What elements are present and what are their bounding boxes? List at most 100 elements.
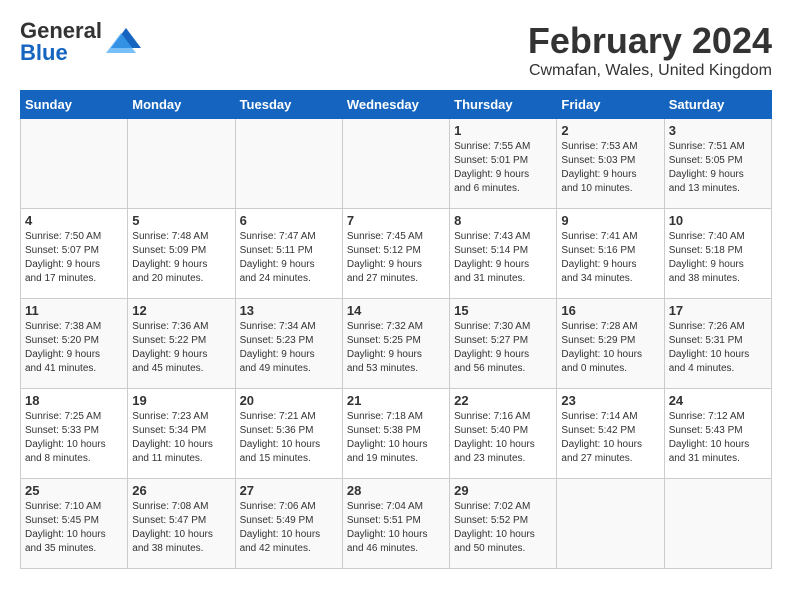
calendar-cell: 7 Sunrise: 7:45 AM Sunset: 5:12 PM Daylig… (342, 209, 449, 299)
calendar-cell (235, 119, 342, 209)
calendar-cell: 22 Sunrise: 7:16 AM Sunset: 5:40 PM Dayli… (450, 389, 557, 479)
day-number: 25 (25, 483, 123, 498)
day-number: 14 (347, 303, 445, 318)
calendar-cell (664, 479, 771, 569)
calendar-cell: 24 Sunrise: 7:12 AM Sunset: 5:43 PM Dayli… (664, 389, 771, 479)
day-number: 21 (347, 393, 445, 408)
day-number: 7 (347, 213, 445, 228)
day-info: Sunrise: 7:36 AM Sunset: 5:22 PM Dayligh… (132, 320, 230, 376)
logo-text: General Blue (20, 20, 102, 64)
calendar-cell: 9Sunrise: 7:41 AM Sunset: 5:16 PM Daylig… (557, 209, 664, 299)
calendar-week-4: 18Sunrise: 7:25 AM Sunset: 5:33 PM Dayli… (21, 389, 772, 479)
calendar-cell: 13 Sunrise: 7:34 AM Sunset: 5:23 PM Dayli… (235, 299, 342, 389)
calendar-table: SundayMondayTuesdayWednesdayThursdayFrid… (20, 90, 772, 569)
day-info: Sunrise: 7:06 AM Sunset: 5:49 PM Dayligh… (240, 500, 338, 556)
day-info: Sunrise: 7:41 AM Sunset: 5:16 PM Dayligh… (561, 230, 659, 286)
calendar-week-2: 4 Sunrise: 7:50 AM Sunset: 5:07 PM Daylig… (21, 209, 772, 299)
day-info: Sunrise: 7:40 AM Sunset: 5:18 PM Dayligh… (669, 230, 767, 286)
day-number: 11 (25, 303, 123, 318)
calendar-cell: 6 Sunrise: 7:47 AM Sunset: 5:11 PM Daylig… (235, 209, 342, 299)
calendar-cell: 10 Sunrise: 7:40 AM Sunset: 5:18 PM Dayli… (664, 209, 771, 299)
day-info: Sunrise: 7:10 AM Sunset: 5:45 PM Dayligh… (25, 500, 123, 556)
day-info: Sunrise: 7:45 AM Sunset: 5:12 PM Dayligh… (347, 230, 445, 286)
day-number: 28 (347, 483, 445, 498)
calendar-cell: 12Sunrise: 7:36 AM Sunset: 5:22 PM Dayli… (128, 299, 235, 389)
day-info: Sunrise: 7:18 AM Sunset: 5:38 PM Dayligh… (347, 410, 445, 466)
calendar-cell (21, 119, 128, 209)
day-number: 23 (561, 393, 659, 408)
day-info: Sunrise: 7:16 AM Sunset: 5:40 PM Dayligh… (454, 410, 552, 466)
day-number: 8 (454, 213, 552, 228)
day-number: 5 (132, 213, 230, 228)
calendar-header-friday: Friday (557, 91, 664, 119)
day-info: Sunrise: 7:53 AM Sunset: 5:03 PM Dayligh… (561, 140, 659, 196)
day-info: Sunrise: 7:55 AM Sunset: 5:01 PM Dayligh… (454, 140, 552, 196)
day-number: 3 (669, 123, 767, 138)
calendar-week-3: 11Sunrise: 7:38 AM Sunset: 5:20 PM Dayli… (21, 299, 772, 389)
location-subtitle: Cwmafan, Wales, United Kingdom (528, 62, 772, 80)
calendar-header-saturday: Saturday (664, 91, 771, 119)
calendar-cell: 15Sunrise: 7:30 AM Sunset: 5:27 PM Dayli… (450, 299, 557, 389)
day-number: 27 (240, 483, 338, 498)
day-number: 19 (132, 393, 230, 408)
calendar-cell (342, 119, 449, 209)
calendar-cell: 27 Sunrise: 7:06 AM Sunset: 5:49 PM Dayli… (235, 479, 342, 569)
calendar-header-tuesday: Tuesday (235, 91, 342, 119)
day-info: Sunrise: 7:34 AM Sunset: 5:23 PM Dayligh… (240, 320, 338, 376)
day-info: Sunrise: 7:25 AM Sunset: 5:33 PM Dayligh… (25, 410, 123, 466)
calendar-cell: 16 Sunrise: 7:28 AM Sunset: 5:29 PM Dayli… (557, 299, 664, 389)
day-info: Sunrise: 7:12 AM Sunset: 5:43 PM Dayligh… (669, 410, 767, 466)
calendar-cell: 25 Sunrise: 7:10 AM Sunset: 5:45 PM Dayli… (21, 479, 128, 569)
calendar-cell (557, 479, 664, 569)
day-info: Sunrise: 7:43 AM Sunset: 5:14 PM Dayligh… (454, 230, 552, 286)
month-title: February 2024 (528, 20, 772, 62)
logo-blue: Blue (20, 40, 68, 65)
day-info: Sunrise: 7:14 AM Sunset: 5:42 PM Dayligh… (561, 410, 659, 466)
calendar-cell: 1 Sunrise: 7:55 AM Sunset: 5:01 PM Daylig… (450, 119, 557, 209)
calendar-cell: 19 Sunrise: 7:23 AM Sunset: 5:34 PM Dayli… (128, 389, 235, 479)
day-number: 6 (240, 213, 338, 228)
day-info: Sunrise: 7:02 AM Sunset: 5:52 PM Dayligh… (454, 500, 552, 556)
day-number: 17 (669, 303, 767, 318)
logo-icon (106, 23, 141, 53)
day-number: 16 (561, 303, 659, 318)
day-info: Sunrise: 7:08 AM Sunset: 5:47 PM Dayligh… (132, 500, 230, 556)
calendar-cell (128, 119, 235, 209)
day-info: Sunrise: 7:21 AM Sunset: 5:36 PM Dayligh… (240, 410, 338, 466)
calendar-cell: 3Sunrise: 7:51 AM Sunset: 5:05 PM Daylig… (664, 119, 771, 209)
calendar-cell: 20 Sunrise: 7:21 AM Sunset: 5:36 PM Dayli… (235, 389, 342, 479)
calendar-cell: 4 Sunrise: 7:50 AM Sunset: 5:07 PM Daylig… (21, 209, 128, 299)
calendar-cell: 26 Sunrise: 7:08 AM Sunset: 5:47 PM Dayli… (128, 479, 235, 569)
day-number: 10 (669, 213, 767, 228)
day-number: 1 (454, 123, 552, 138)
calendar-cell: 17Sunrise: 7:26 AM Sunset: 5:31 PM Dayli… (664, 299, 771, 389)
day-info: Sunrise: 7:04 AM Sunset: 5:51 PM Dayligh… (347, 500, 445, 556)
logo: General Blue (20, 20, 141, 64)
page-header: General Blue February 2024 Cwmafan, Wale… (20, 20, 772, 80)
calendar-cell: 8 Sunrise: 7:43 AM Sunset: 5:14 PM Daylig… (450, 209, 557, 299)
calendar-header-monday: Monday (128, 91, 235, 119)
calendar-header-sunday: Sunday (21, 91, 128, 119)
title-section: February 2024 Cwmafan, Wales, United Kin… (528, 20, 772, 80)
calendar-cell: 28 Sunrise: 7:04 AM Sunset: 5:51 PM Dayli… (342, 479, 449, 569)
calendar-header-thursday: Thursday (450, 91, 557, 119)
calendar-cell: 11Sunrise: 7:38 AM Sunset: 5:20 PM Dayli… (21, 299, 128, 389)
day-info: Sunrise: 7:23 AM Sunset: 5:34 PM Dayligh… (132, 410, 230, 466)
day-info: Sunrise: 7:50 AM Sunset: 5:07 PM Dayligh… (25, 230, 123, 286)
day-info: Sunrise: 7:32 AM Sunset: 5:25 PM Dayligh… (347, 320, 445, 376)
day-info: Sunrise: 7:30 AM Sunset: 5:27 PM Dayligh… (454, 320, 552, 376)
calendar-week-5: 25 Sunrise: 7:10 AM Sunset: 5:45 PM Dayli… (21, 479, 772, 569)
day-number: 13 (240, 303, 338, 318)
day-number: 29 (454, 483, 552, 498)
day-info: Sunrise: 7:47 AM Sunset: 5:11 PM Dayligh… (240, 230, 338, 286)
calendar-cell: 18Sunrise: 7:25 AM Sunset: 5:33 PM Dayli… (21, 389, 128, 479)
calendar-header-row: SundayMondayTuesdayWednesdayThursdayFrid… (21, 91, 772, 119)
day-number: 24 (669, 393, 767, 408)
day-number: 4 (25, 213, 123, 228)
day-number: 22 (454, 393, 552, 408)
calendar-week-1: 1 Sunrise: 7:55 AM Sunset: 5:01 PM Daylig… (21, 119, 772, 209)
calendar-cell: 23 Sunrise: 7:14 AM Sunset: 5:42 PM Dayli… (557, 389, 664, 479)
day-info: Sunrise: 7:28 AM Sunset: 5:29 PM Dayligh… (561, 320, 659, 376)
day-number: 20 (240, 393, 338, 408)
day-number: 26 (132, 483, 230, 498)
